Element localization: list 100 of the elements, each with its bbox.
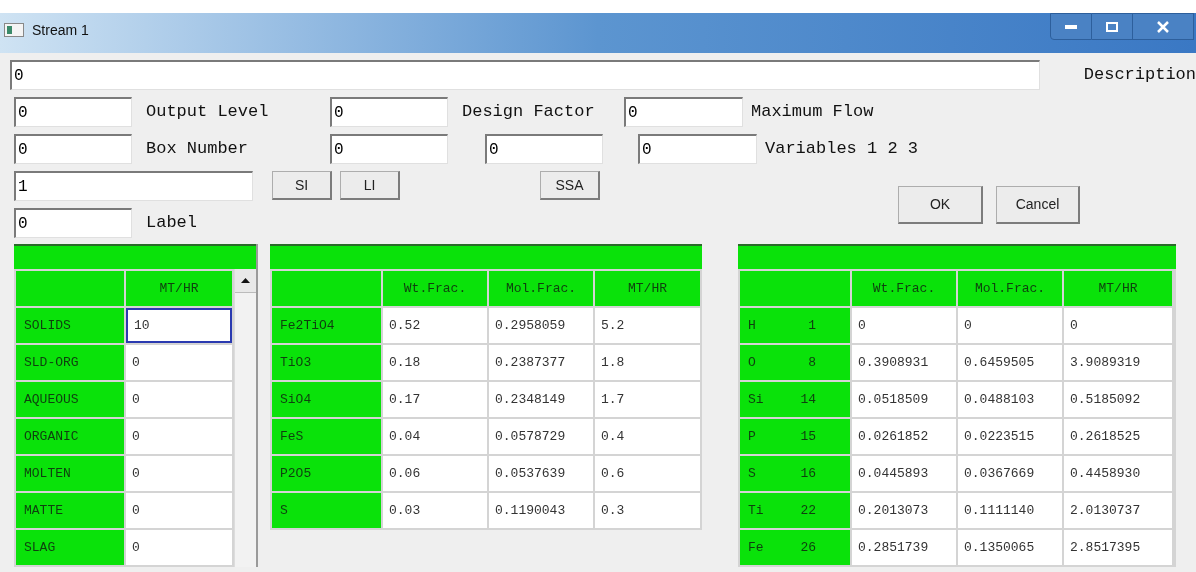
- table-cell: 0.2013073: [852, 493, 956, 528]
- table-cell: 0.3908931: [852, 345, 956, 380]
- text-field[interactable]: 0: [14, 134, 132, 164]
- row-header: Fe2TiO4: [272, 308, 381, 343]
- table-cell: 0.0518509: [852, 382, 956, 417]
- table-cell: 0.4: [595, 419, 700, 454]
- table-cell[interactable]: 0: [126, 345, 232, 380]
- field-label: Design Factor: [462, 101, 596, 124]
- text-field[interactable]: 0: [624, 97, 743, 127]
- column-header: MT/HR: [1064, 271, 1172, 306]
- table-cell: 2.0130737: [1064, 493, 1172, 528]
- field-label: Variables 1 2 3: [765, 138, 919, 161]
- column-header: MT/HR: [126, 271, 232, 306]
- text-field[interactable]: 0: [330, 134, 448, 164]
- push-button[interactable]: SI: [272, 171, 332, 200]
- maximize-icon: [1106, 21, 1118, 32]
- column-header: Mol.Frac.: [958, 271, 1062, 306]
- table-cell: 0.52: [383, 308, 487, 343]
- text-field[interactable]: 1: [14, 171, 253, 201]
- table-cell: 0.18: [383, 345, 487, 380]
- table-cell: 5.2: [595, 308, 700, 343]
- field-label: Output Level: [146, 101, 270, 124]
- table-cell: 0.2851739: [852, 530, 956, 565]
- element-symbol: H: [748, 316, 757, 335]
- table-cell: 0.1111140: [958, 493, 1062, 528]
- row-header: SOLIDS: [16, 308, 124, 343]
- table-cell: 0.5185092: [1064, 382, 1172, 417]
- text-field[interactable]: 0: [14, 97, 132, 127]
- text-field[interactable]: 0: [14, 208, 132, 238]
- table-cell[interactable]: 0: [126, 530, 232, 565]
- table-cell: 0.1350065: [958, 530, 1062, 565]
- field-label: Box Number: [146, 138, 250, 161]
- atomic-number: 1: [807, 316, 816, 335]
- column-header: Wt.Frac.: [383, 271, 487, 306]
- row-header: MOLTEN: [16, 456, 124, 491]
- field-label: Label: [146, 212, 197, 235]
- table-cell: 0.0367669: [958, 456, 1062, 491]
- scrollbar[interactable]: [234, 269, 256, 567]
- element-symbol: Si: [748, 390, 765, 409]
- row-header: MATTE: [16, 493, 124, 528]
- element-symbol: Ti: [748, 501, 765, 520]
- atomic-number: 26: [799, 538, 816, 557]
- table-cell[interactable]: 0: [126, 493, 232, 528]
- push-button[interactable]: SSA: [540, 171, 600, 200]
- table-cell: 0.2387377: [489, 345, 593, 380]
- table-cell: 0.17: [383, 382, 487, 417]
- table-cell[interactable]: 10: [126, 308, 232, 343]
- table-cell[interactable]: 0: [126, 382, 232, 417]
- table-cell: 0.0488103: [958, 382, 1062, 417]
- table-cell: 0.2958059: [489, 308, 593, 343]
- close-button[interactable]: [1132, 13, 1194, 40]
- table-cell: 2.8517395: [1064, 530, 1172, 565]
- atomic-number: 8: [807, 353, 816, 372]
- row-header: ORGANIC: [16, 419, 124, 454]
- row-header: SLAG: [16, 530, 124, 565]
- table-cell[interactable]: 0: [126, 419, 232, 454]
- atomic-number: 16: [799, 464, 816, 483]
- text-field[interactable]: 0: [638, 134, 757, 164]
- table-cell: 0.2618525: [1064, 419, 1172, 454]
- row-header: SLD-ORG: [16, 345, 124, 380]
- field-label: Description: [1083, 64, 1196, 87]
- minimize-icon: [1065, 24, 1077, 29]
- table-cell: 1.8: [595, 345, 700, 380]
- atomic-number: 22: [799, 501, 816, 520]
- column-header: Mol.Frac.: [489, 271, 593, 306]
- text-field[interactable]: 0: [10, 60, 1040, 90]
- row-header: S: [272, 493, 381, 528]
- table-cell: 0: [958, 308, 1062, 343]
- row-header: SiO4: [272, 382, 381, 417]
- table-cell: 0.1190043: [489, 493, 593, 528]
- text-field[interactable]: 0: [485, 134, 603, 164]
- table-cell: 0: [1064, 308, 1172, 343]
- field-label: Maximum Flow: [751, 101, 874, 124]
- element-symbol: P: [748, 427, 757, 446]
- minimize-button[interactable]: [1050, 13, 1092, 40]
- table-cell: 0.0578729: [489, 419, 593, 454]
- row-header: FeS: [272, 419, 381, 454]
- table-cell: 0.2348149: [489, 382, 593, 417]
- push-button[interactable]: OK: [898, 186, 983, 224]
- row-header: AQUEOUS: [16, 382, 124, 417]
- element-symbol: O: [748, 353, 757, 372]
- column-header: Wt.Frac.: [852, 271, 956, 306]
- maximize-button[interactable]: [1092, 13, 1132, 40]
- table-cell: 0.0537639: [489, 456, 593, 491]
- window-icon: [4, 23, 24, 37]
- table-cell: 3.9089319: [1064, 345, 1172, 380]
- table-cell: 0.03: [383, 493, 487, 528]
- table-cell: 0: [852, 308, 956, 343]
- text-field[interactable]: 0: [330, 97, 448, 127]
- table-cell: 1.7: [595, 382, 700, 417]
- up-arrow-icon: [241, 278, 250, 283]
- scroll-up-button[interactable]: [235, 269, 256, 293]
- push-button[interactable]: LI: [340, 171, 400, 200]
- close-icon: [1157, 20, 1169, 33]
- table-cell[interactable]: 0: [126, 456, 232, 491]
- element-symbol: Fe: [748, 538, 765, 557]
- table-cell: 0.0261852: [852, 419, 956, 454]
- column-header: MT/HR: [595, 271, 700, 306]
- atomic-number: 15: [799, 427, 816, 446]
- push-button[interactable]: Cancel: [996, 186, 1080, 224]
